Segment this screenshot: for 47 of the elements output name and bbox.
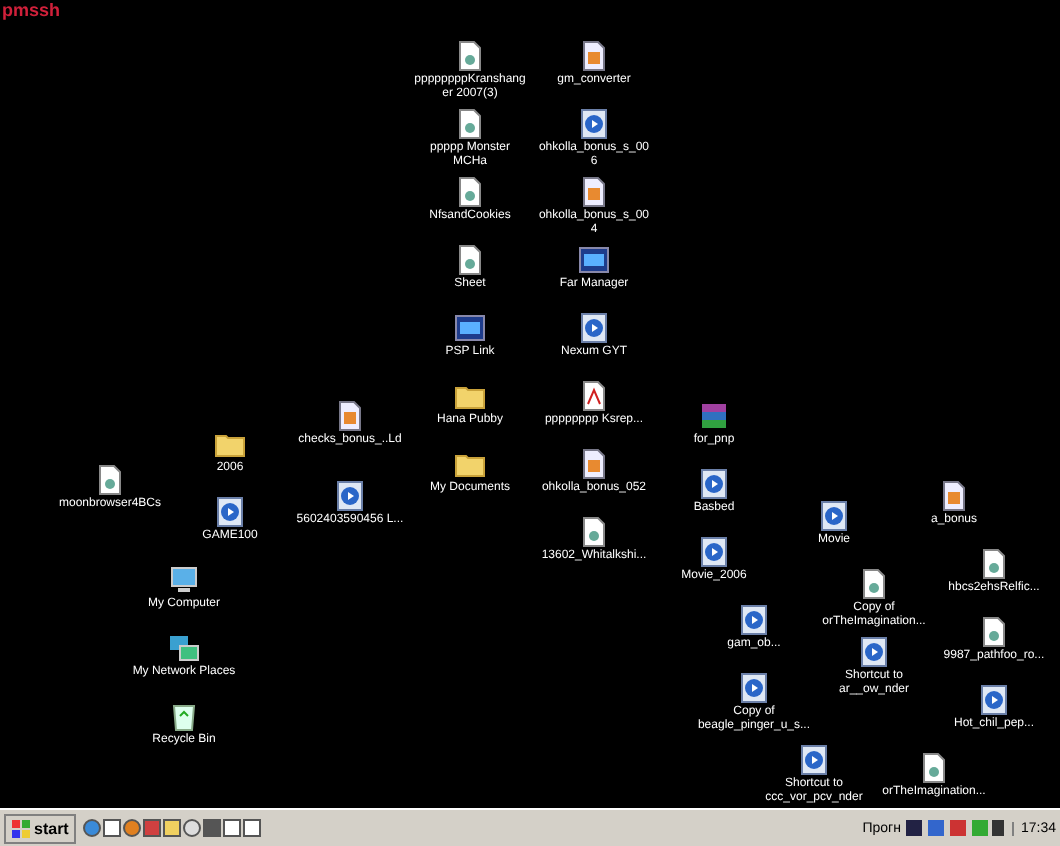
quick-launch-icon[interactable] [142, 818, 163, 838]
media-file-icon [978, 684, 1010, 716]
quick-launch-icon[interactable] [202, 818, 223, 838]
windows-flag-icon [12, 819, 30, 837]
quick-launch-icon[interactable] [162, 818, 183, 838]
computer-icon [168, 564, 200, 596]
quick-launch-icon[interactable] [222, 818, 243, 838]
media-file-icon [698, 536, 730, 568]
document-icon [94, 464, 126, 496]
quick-launch-icon[interactable] [82, 818, 103, 838]
quick-launch-icon[interactable] [242, 818, 263, 838]
recycle-bin-icon [168, 700, 200, 732]
quick-launch-icon[interactable] [182, 818, 203, 838]
quick-launch-icon[interactable] [122, 818, 143, 838]
image-file-icon [578, 40, 610, 72]
image-file-icon [578, 176, 610, 208]
media-file-icon [798, 744, 830, 776]
document-icon [454, 244, 486, 276]
image-file-icon [938, 480, 970, 512]
media-file-icon [818, 500, 850, 532]
archive-icon [698, 400, 730, 432]
image-file-icon [578, 448, 610, 480]
pdf-file-icon [578, 380, 610, 412]
start-button[interactable]: start [4, 813, 77, 843]
media-file-icon [858, 636, 890, 668]
document-icon [578, 516, 610, 548]
document-icon [918, 752, 950, 784]
document-icon [978, 548, 1010, 580]
network-icon [168, 632, 200, 664]
media-file-icon [214, 496, 246, 528]
image-file-icon [334, 400, 366, 432]
document-icon [454, 40, 486, 72]
document-icon [858, 568, 890, 600]
desktop-text: pmssh [2, 0, 61, 20]
application-icon [578, 244, 610, 276]
document-icon [454, 176, 486, 208]
media-file-icon [578, 108, 610, 140]
media-file-icon [334, 480, 366, 512]
quick-launch-icon[interactable] [102, 818, 123, 838]
media-file-icon [578, 312, 610, 344]
document-icon [978, 616, 1010, 648]
tray-icons[interactable] [906, 818, 1007, 838]
media-file-icon [738, 604, 770, 636]
media-file-icon [738, 672, 770, 704]
media-file-icon [698, 468, 730, 500]
application-icon [454, 312, 486, 344]
document-icon [454, 108, 486, 140]
